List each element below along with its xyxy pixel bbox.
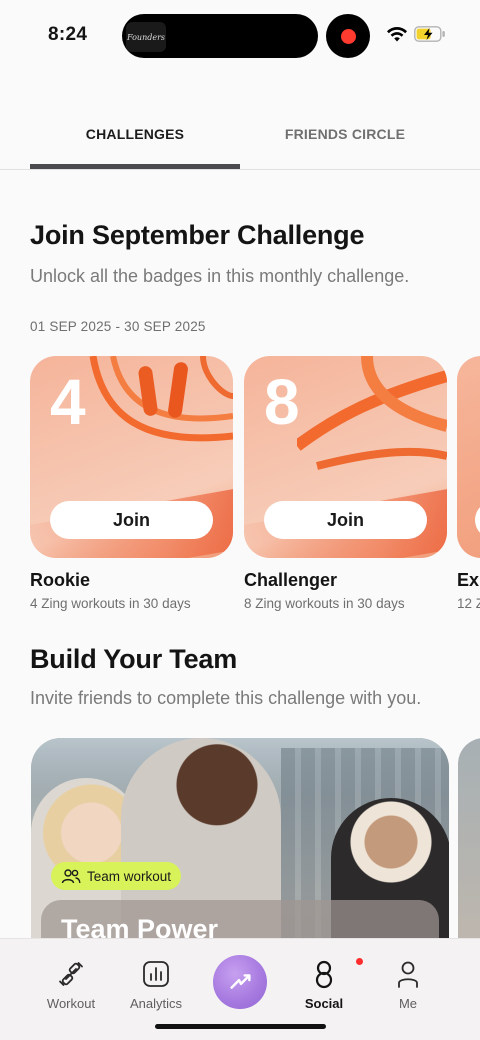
challenge-name: Challenger [244, 570, 338, 590]
september-challenge-subtitle: Unlock all the badges in this monthly ch… [30, 266, 410, 286]
nav-label: Workout [46, 996, 96, 1011]
team-workout-badge: Team workout [51, 862, 182, 890]
nav-zing-button[interactable] [213, 955, 267, 1009]
status-bar: 8:24 Founders [0, 0, 480, 72]
challenge-count: 4 [50, 366, 86, 438]
nav-label: Me [398, 996, 418, 1011]
join-button[interactable] [475, 501, 480, 539]
challenge-date-range: 01 SEP 2025 - 30 SEP 2025 [30, 319, 206, 334]
active-tab-indicator [30, 164, 240, 169]
team-badge-label: Team workout [87, 868, 172, 884]
group-icon [61, 869, 81, 884]
challenge-name: Exp [457, 570, 480, 590]
tab-challenges[interactable]: CHALLENGES [30, 100, 240, 168]
challenge-description: 12 Z [457, 596, 480, 611]
island-thumbnail: Founders [126, 22, 166, 52]
person-icon [398, 961, 418, 988]
lightning-icon [230, 974, 251, 989]
jump-rope-icon [89, 356, 233, 442]
tab-friends-circle[interactable]: FRIENDS CIRCLE [240, 100, 450, 168]
challenge-name: Rookie [30, 570, 91, 590]
nav-label: Analytics [129, 996, 183, 1011]
challenge-description: 8 Zing workouts in 30 days [244, 596, 405, 611]
dynamic-island[interactable]: Founders [122, 14, 318, 58]
record-dot-icon [340, 28, 356, 44]
join-button[interactable]: Join [264, 501, 427, 539]
build-team-subtitle: Invite friends to complete this challeng… [30, 688, 422, 708]
home-indicator[interactable] [155, 1024, 326, 1029]
join-button[interactable]: Join [50, 501, 213, 539]
nav-social[interactable]: Social [284, 958, 364, 1011]
september-challenge-title: Join September Challenge [30, 220, 365, 250]
chart-icon [143, 961, 169, 987]
nav-me[interactable]: Me [368, 959, 448, 1011]
build-team-title: Build Your Team [30, 644, 238, 674]
wifi-icon [387, 26, 407, 42]
challenge-description: 4 Zing workouts in 30 days [30, 596, 191, 611]
status-time: 8:24 [48, 24, 88, 45]
nav-analytics[interactable]: Analytics [116, 959, 196, 1011]
challenge-count: 8 [264, 366, 300, 438]
challenge-card-expert[interactable] [457, 356, 480, 558]
nav-label: Social [304, 996, 344, 1011]
tab-bar: CHALLENGES FRIENDS CIRCLE [0, 100, 480, 170]
notification-dot [356, 958, 363, 965]
challenge-card-challenger[interactable]: 8 Join [244, 356, 447, 558]
recording-indicator[interactable] [326, 14, 370, 58]
dumbbell-icon [59, 962, 83, 986]
nav-workout[interactable]: Workout [31, 959, 111, 1011]
social-icon [315, 960, 333, 989]
challenge-card-rookie[interactable]: 4 Join [30, 356, 233, 558]
battery-charging-icon [414, 26, 445, 42]
resistance-band-icon [297, 356, 447, 470]
